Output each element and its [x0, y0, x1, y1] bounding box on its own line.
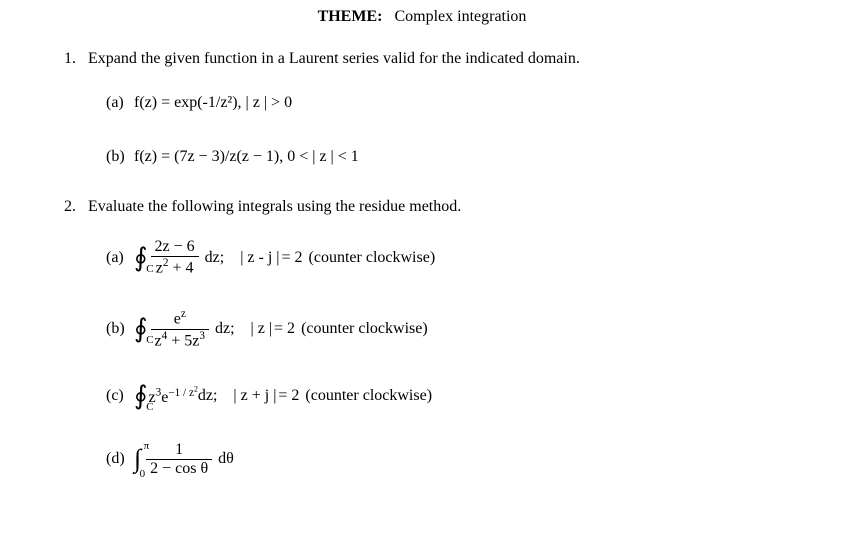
contour-integral-icon: ∮C — [134, 243, 148, 273]
cond-lhs-2a: z - j — [247, 249, 272, 266]
den-mid: + 5z — [167, 332, 199, 349]
abs-2c: |z + j| — [231, 387, 278, 405]
fraction-2a: 2z − 6 z2 + 4 — [151, 238, 199, 278]
problem-1a-expr: f(z) = exp(-1/z²), | z | > 0 — [134, 94, 292, 112]
frac-2a-den: z2 + 4 — [151, 257, 199, 278]
problem-2: 2. Evaluate the following integrals usin… — [88, 198, 804, 478]
num-e: e — [174, 310, 181, 327]
dtheta-2d: dθ — [218, 450, 234, 468]
desc-2c: (counter clockwise) — [305, 387, 432, 405]
fraction-2d: 1 2 − cos θ — [146, 441, 212, 479]
frac-2d-den: 2 − cos θ — [146, 460, 212, 478]
cond-rhs-2b: = 2 — [274, 320, 295, 338]
problem-1-text: Expand the given function in a Laurent s… — [88, 50, 580, 68]
int-sub-c: C — [146, 334, 153, 346]
cond-lhs-2c: z + j — [241, 387, 270, 404]
abs-2b: |z| — [249, 320, 275, 338]
problem-2d-label: (d) — [106, 450, 134, 468]
frac-2b-num: ez — [151, 308, 209, 330]
problem-1-number: 1. — [64, 50, 88, 68]
content: 1. Expand the given function in a Lauren… — [0, 50, 844, 478]
problem-2-text: Evaluate the following integrals using t… — [88, 198, 461, 216]
int-lb: 0 — [140, 468, 146, 480]
problem-1: 1. Expand the given function in a Lauren… — [88, 50, 804, 170]
problem-1a-label: (a) — [106, 94, 134, 112]
title-label: THEME: — [318, 8, 383, 25]
dz-2c: dz; — [198, 387, 218, 405]
frac-2a-num: 2z − 6 — [151, 238, 199, 257]
dz-2b: dz; — [215, 320, 235, 338]
dz-2a: dz; — [205, 249, 225, 267]
problem-2-subs: (a) ∮C 2z − 6 z2 + 4 dz; |z - j| = 2 (co… — [88, 238, 804, 478]
problem-1b-expr: f(z) = (7z − 3)/z(z − 1), 0 < | z | < 1 — [134, 148, 359, 166]
integrand-2c: z3e−1 / z2 — [149, 384, 198, 407]
contour-integral-icon: ∮C — [134, 381, 148, 411]
fraction-2b: ez z4 + 5z3 — [151, 308, 209, 350]
problem-1b-label: (b) — [106, 148, 134, 166]
problem-2d: (d) ∫π0 1 2 − cos θ dθ — [106, 441, 804, 479]
problem-2c: (c) ∮C z3e−1 / z2 dz; |z + j| = 2 (count… — [106, 381, 804, 411]
problem-2a: (a) ∮C 2z − 6 z2 + 4 dz; |z - j| = 2 (co… — [106, 238, 804, 278]
abs-2a: |z - j| — [238, 249, 281, 267]
frac-2b-den: z4 + 5z3 — [151, 330, 209, 351]
problem-1a: (a) f(z) = exp(-1/z²), | z | > 0 — [106, 90, 804, 116]
problem-1b: (b) f(z) = (7z − 3)/z(z − 1), 0 < | z | … — [106, 144, 804, 170]
den-z: z — [156, 260, 163, 277]
e-exp-a: −1 / z — [168, 387, 194, 399]
num-exp-z: z — [181, 308, 186, 320]
den-exp3: 3 — [199, 330, 205, 342]
desc-2b: (counter clockwise) — [301, 320, 428, 338]
problem-2b: (b) ∮C ez z4 + 5z3 dz; |z| = 2 (counter … — [106, 308, 804, 350]
problem-2c-label: (c) — [106, 387, 134, 405]
problem-1-prompt: 1. Expand the given function in a Lauren… — [88, 50, 804, 68]
problem-2-number: 2. — [64, 198, 88, 216]
cond-rhs-2a: = 2 — [282, 249, 303, 267]
int-ub: π — [144, 440, 150, 452]
page-title: THEME: Complex integration — [0, 8, 844, 26]
contour-integral-icon: ∮C — [134, 314, 148, 344]
problem-1-subs: (a) f(z) = exp(-1/z²), | z | > 0 (b) f(z… — [88, 90, 804, 170]
problem-2a-label: (a) — [106, 249, 134, 267]
frac-2d-num: 1 — [146, 441, 212, 460]
den-rest: + 4 — [168, 260, 193, 277]
problem-2-prompt: 2. Evaluate the following integrals usin… — [88, 198, 804, 216]
desc-2a: (counter clockwise) — [309, 249, 436, 267]
cond-rhs-2c: = 2 — [278, 387, 299, 405]
int-sub-c: C — [146, 401, 153, 413]
cond-lhs-2b: z — [258, 320, 265, 337]
int-sub-c: C — [146, 263, 153, 275]
e-exp: −1 / z2 — [168, 387, 198, 399]
title-text-value: Complex integration — [394, 8, 526, 25]
problem-2b-label: (b) — [106, 320, 134, 338]
integral-icon: ∫π0 — [134, 444, 141, 474]
den-z1: z — [155, 332, 162, 349]
